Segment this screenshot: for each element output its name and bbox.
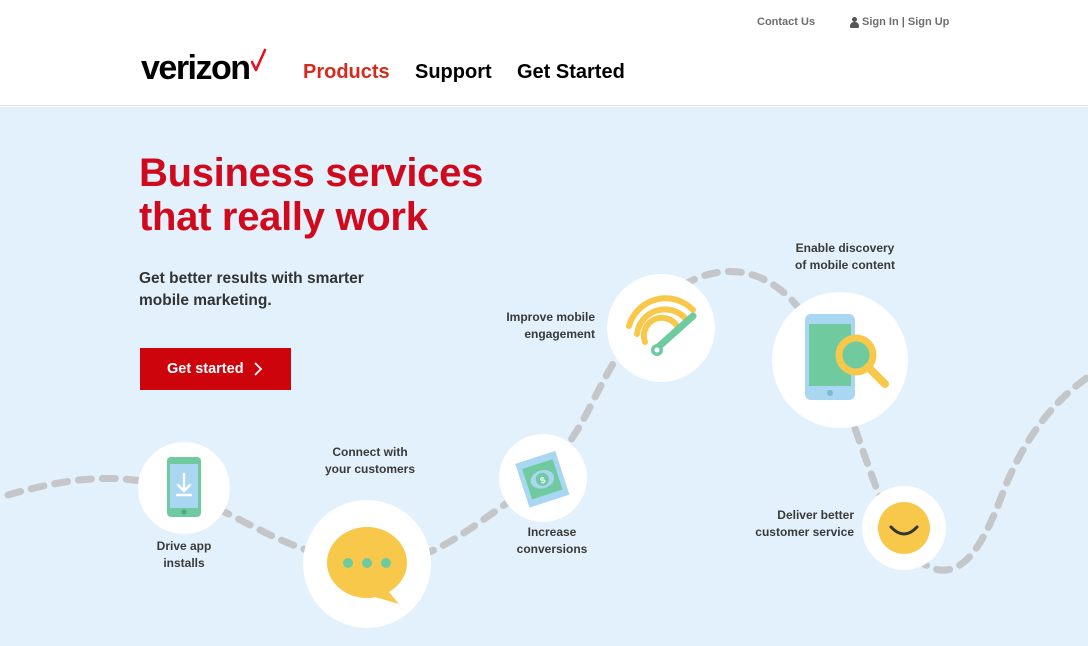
checkmark-icon bbox=[250, 48, 266, 72]
step-bubble-discovery bbox=[772, 292, 908, 428]
sign-in-link[interactable]: Sign In | Sign Up bbox=[850, 16, 949, 28]
cta-label: Get started bbox=[167, 361, 244, 377]
chevron-right-icon bbox=[253, 362, 262, 376]
step-caption-engagement: Improve mobile engagement bbox=[506, 310, 595, 341]
logo-wordmark: verizon bbox=[141, 49, 251, 87]
step-caption-service: Deliver better customer service bbox=[755, 508, 854, 539]
verizon-logo[interactable]: verizon bbox=[141, 48, 267, 87]
hero-section: Business services that really work Get b… bbox=[0, 107, 1088, 646]
step-caption-discovery: Enable discovery of mobile content bbox=[795, 241, 895, 272]
subhead-line-1: Get better results with smarter bbox=[139, 270, 364, 287]
chat-bubble-icon bbox=[327, 527, 407, 604]
headline-line-1: Business services bbox=[139, 151, 484, 195]
money-card-icon: $ bbox=[515, 450, 570, 508]
step-bubble-connect bbox=[303, 500, 431, 628]
person-icon bbox=[850, 16, 859, 28]
step-bubble-drive-installs bbox=[138, 442, 230, 534]
get-started-button[interactable]: Get started bbox=[140, 348, 291, 390]
step-caption-drive-installs: Drive app installs bbox=[156, 539, 212, 570]
nav-support[interactable]: Support bbox=[415, 61, 492, 84]
step-caption-conversions: Increase conversions bbox=[516, 525, 588, 556]
headline-line-2: that really work bbox=[139, 195, 428, 239]
step-caption-connect: Connect with your customers bbox=[324, 445, 416, 476]
sign-in-label: Sign In | Sign Up bbox=[862, 16, 950, 28]
nav-products[interactable]: Products bbox=[303, 61, 390, 84]
nav-get-started[interactable]: Get Started bbox=[517, 61, 625, 84]
subhead-line-2: mobile marketing. bbox=[139, 292, 272, 309]
step-bubble-engagement bbox=[607, 274, 715, 382]
signal-gauge-icon bbox=[626, 295, 697, 356]
step-bubble-conversions: $ bbox=[499, 434, 587, 522]
hero-headline: Business services that really work bbox=[139, 151, 559, 239]
contact-us-link[interactable]: Contact Us bbox=[757, 16, 815, 28]
smiley-icon bbox=[878, 502, 930, 554]
phone-search-icon bbox=[805, 314, 889, 400]
hero-subhead: Get better results with smarter mobile m… bbox=[139, 268, 419, 312]
site-header: Contact Us Sign In | Sign Up verizon Pro… bbox=[0, 0, 1088, 106]
step-bubble-service bbox=[862, 486, 946, 570]
phone-download-icon bbox=[167, 457, 201, 517]
